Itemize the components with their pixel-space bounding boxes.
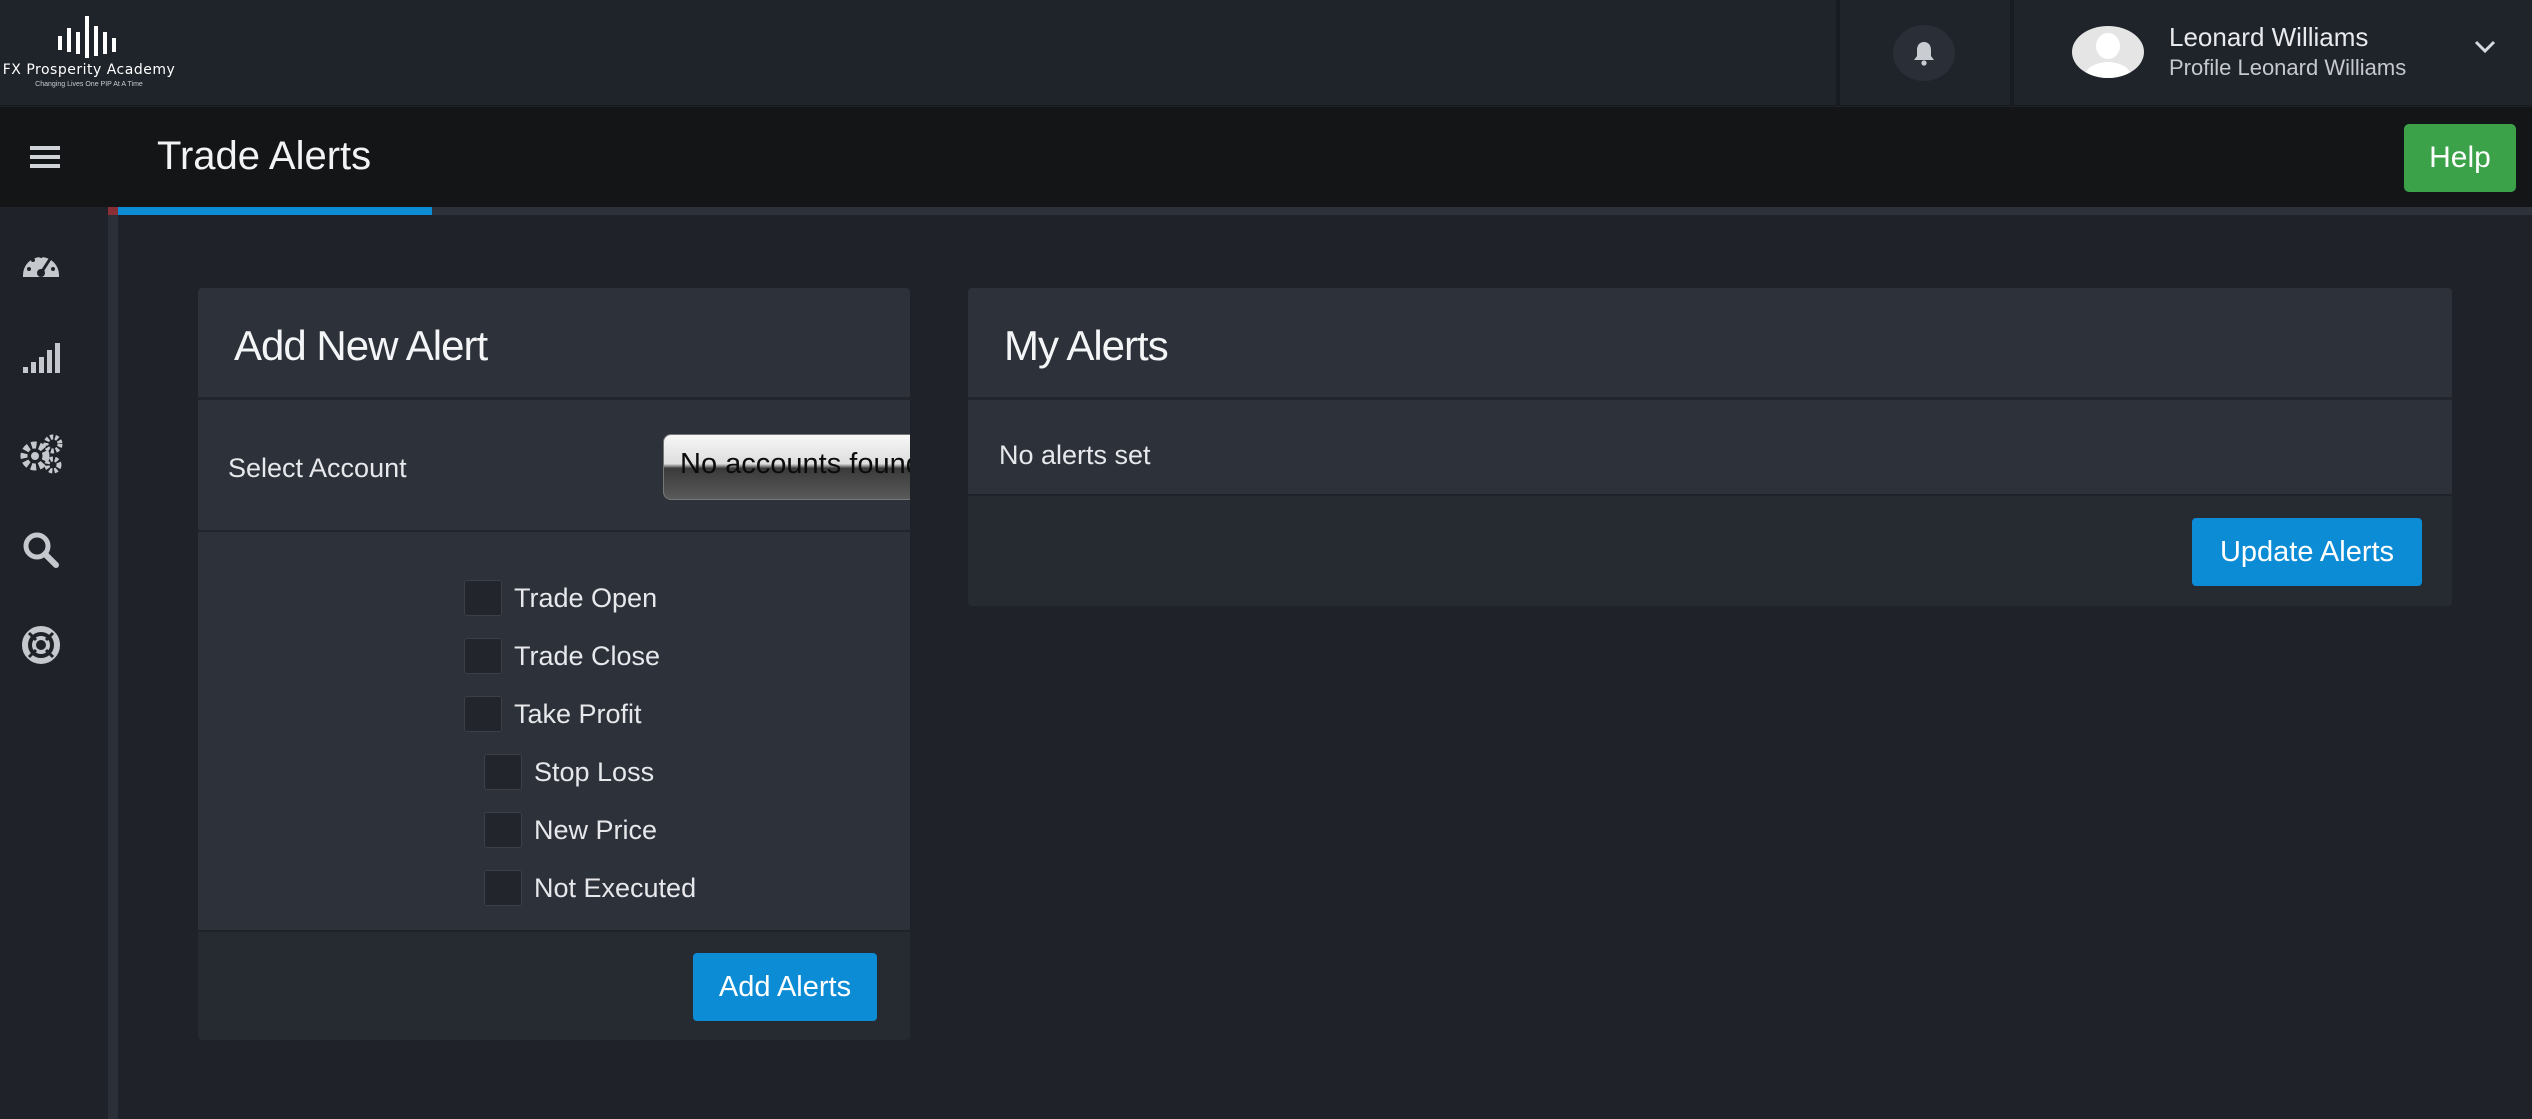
bell-icon <box>1914 42 1934 66</box>
checkbox-label: Take Profit <box>514 699 642 729</box>
sidebar-item-support[interactable] <box>18 622 64 668</box>
sidebar-item-settings[interactable] <box>18 431 64 477</box>
checkbox[interactable] <box>464 580 502 616</box>
header-divider <box>1836 0 1840 106</box>
card-title: Add New Alert <box>234 322 488 369</box>
my-alerts-card: My Alerts No alerts set Update Alerts <box>968 288 2452 606</box>
add-alerts-button[interactable]: Add Alerts <box>693 953 877 1021</box>
logo-bars-icon <box>58 16 116 58</box>
signal-bars-icon <box>23 343 60 373</box>
settings-gears-icon <box>20 434 63 474</box>
checkbox[interactable] <box>484 754 522 790</box>
avatar[interactable] <box>2072 26 2144 78</box>
checkbox-label: Trade Close <box>514 641 661 671</box>
sidebar-border <box>108 207 118 1119</box>
title-bar: Trade Alerts Help <box>0 107 2532 215</box>
top-bar: FX Prosperity Academy Changing Lives One… <box>0 0 2532 106</box>
divider <box>198 530 910 532</box>
checkbox-label: Stop Loss <box>534 757 655 787</box>
lifebuoy-support-icon <box>22 626 60 664</box>
account-select-value: No accounts found <box>680 448 910 480</box>
page-progress-fill <box>118 207 432 215</box>
page-progress-track <box>118 207 2532 215</box>
sidebar-border-accent <box>108 207 118 215</box>
brand-tagline: Changing Lives One PIP At A Time <box>35 81 143 88</box>
checkbox-label: Not Executed <box>534 873 697 903</box>
select-account-label: Select Account <box>228 453 407 483</box>
card-header: Add New Alert <box>198 288 910 400</box>
checkbox[interactable] <box>484 812 522 848</box>
account-select[interactable]: No accounts found <box>663 434 910 500</box>
sidebar <box>0 207 108 1119</box>
update-alerts-button[interactable]: Update Alerts <box>2192 518 2422 586</box>
chevron-down-icon[interactable] <box>2472 36 2498 56</box>
user-silhouette-icon <box>2084 33 2132 78</box>
page-title: Trade Alerts <box>157 134 372 178</box>
checkbox[interactable] <box>484 870 522 906</box>
user-profile-subtitle[interactable]: Profile Leonard Williams <box>2169 55 2406 81</box>
checkbox-label: Trade Open <box>514 583 658 613</box>
sidebar-item-signals[interactable] <box>18 335 64 381</box>
card-title: My Alerts <box>1004 322 1169 369</box>
notifications-button[interactable] <box>1893 25 1955 81</box>
help-button[interactable]: Help <box>2404 124 2516 192</box>
sidebar-item-dashboard[interactable] <box>18 240 64 286</box>
checkbox[interactable] <box>464 638 502 674</box>
checkbox[interactable] <box>464 696 502 732</box>
brand-logo[interactable]: FX Prosperity Academy Changing Lives One… <box>0 10 178 88</box>
card-header: My Alerts <box>968 288 2452 400</box>
brand-name: FX Prosperity Academy <box>2 62 176 78</box>
dashboard-gauge-icon <box>23 254 59 277</box>
user-name[interactable]: Leonard Williams <box>2169 22 2368 53</box>
search-icon <box>23 532 59 568</box>
sidebar-item-search[interactable] <box>18 527 64 573</box>
empty-alerts-message: No alerts set <box>999 440 1151 470</box>
add-new-alert-card: Add New Alert Select Account No accounts… <box>198 288 910 1040</box>
checkbox-label: New Price <box>534 815 658 845</box>
hamburger-menu-icon[interactable] <box>24 141 64 173</box>
header-divider <box>2010 0 2014 106</box>
